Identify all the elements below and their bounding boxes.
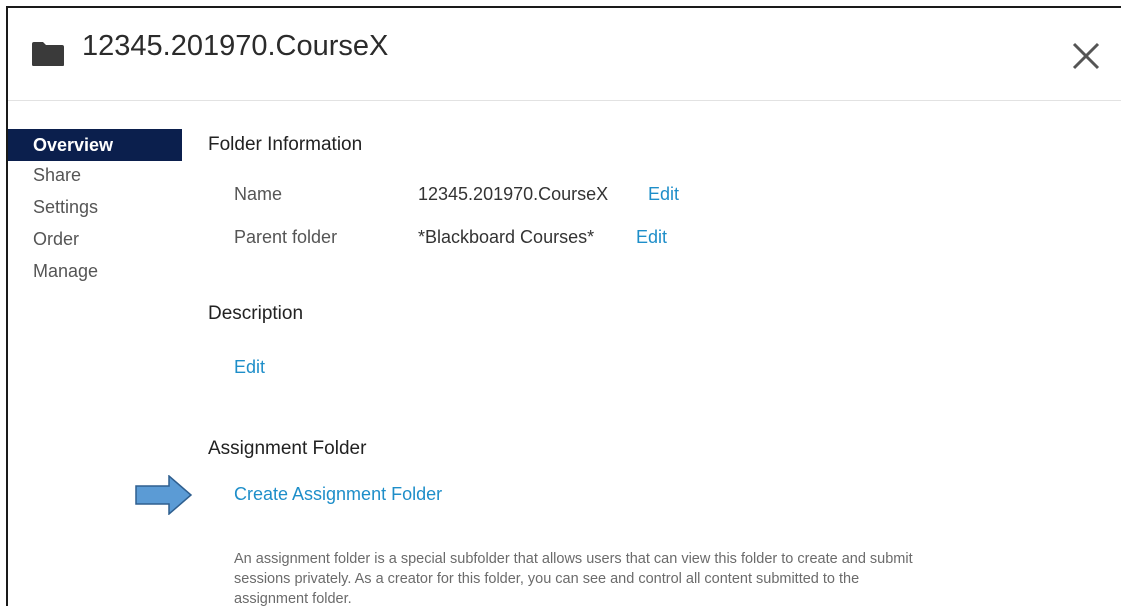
sidebar-nav: Overview Share Settings Order Manage <box>8 129 182 287</box>
name-label: Name <box>234 184 283 204</box>
assignment-folder-help-text: An assignment folder is a special subfol… <box>234 551 913 607</box>
dialog-title: 12345.201970.CourseX <box>82 30 389 62</box>
nav-item-overview[interactable]: Overview <box>8 129 182 161</box>
close-icon[interactable] <box>1068 38 1104 74</box>
folder-information-heading: Folder Information <box>208 134 363 155</box>
nav-item-share[interactable]: Share <box>8 161 182 193</box>
edit-description-link[interactable]: Edit <box>234 357 265 378</box>
nav-item-settings[interactable]: Settings <box>8 191 182 223</box>
dialog: 12345.201970.CourseX Overview Share Sett… <box>6 6 1121 607</box>
folder-icon <box>32 42 64 66</box>
dialog-header: 12345.201970.CourseX <box>8 8 1121 101</box>
nav-item-order[interactable]: Order <box>8 223 182 255</box>
nav-item-manage[interactable]: Manage <box>8 255 182 287</box>
assignment-folder-heading: Assignment Folder <box>208 438 367 459</box>
description-heading: Description <box>208 303 304 324</box>
edit-parent-folder-link[interactable]: Edit <box>636 227 667 248</box>
parent-folder-label: Parent folder <box>234 227 338 247</box>
arrow-right-icon <box>135 475 193 515</box>
name-value: 12345.201970.CourseX <box>418 184 609 204</box>
create-assignment-folder-link[interactable]: Create Assignment Folder <box>234 484 442 505</box>
parent-folder-value: *Blackboard Courses* <box>418 227 595 247</box>
edit-name-link[interactable]: Edit <box>648 184 679 205</box>
